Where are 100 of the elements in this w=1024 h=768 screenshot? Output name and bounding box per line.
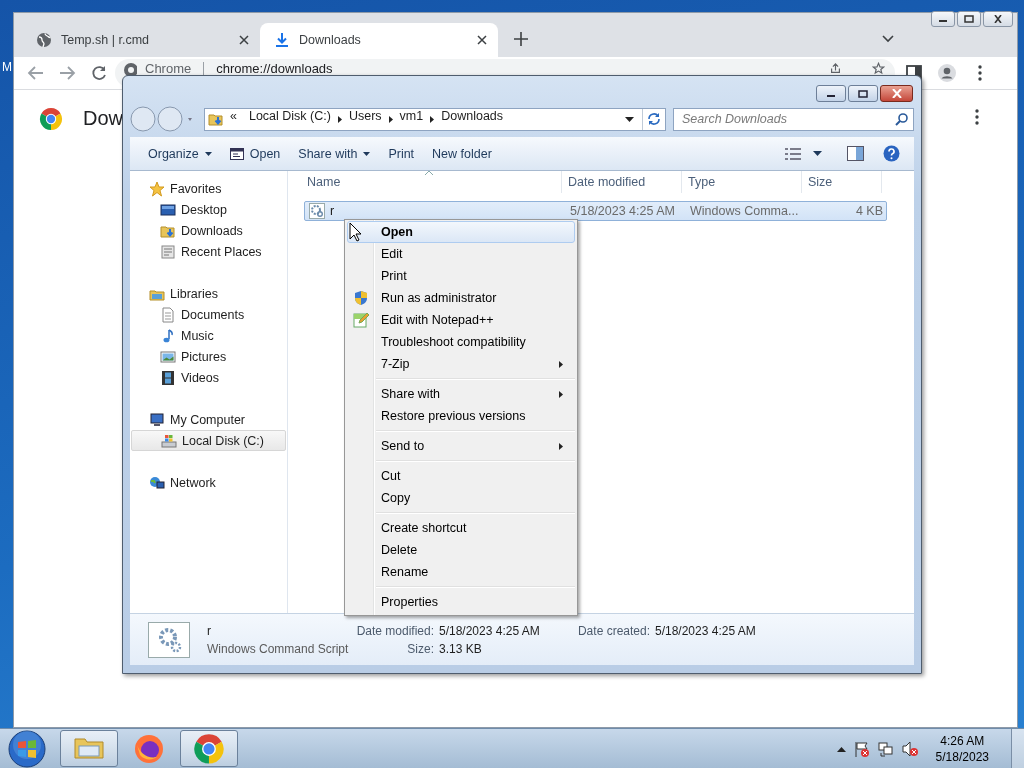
- menu-item[interactable]: Edit with Notepad++: [347, 309, 575, 331]
- menu-item[interactable]: Create shortcut: [347, 517, 575, 539]
- preview-pane-icon[interactable]: [847, 146, 864, 161]
- menu-item[interactable]: Print: [347, 265, 575, 287]
- detail-label: Date created:: [576, 623, 650, 640]
- detail-value: 5/18/2023 4:25 AM: [655, 623, 756, 640]
- star-icon: [149, 180, 165, 197]
- breadcrumb-item[interactable]: Downloads: [435, 108, 510, 130]
- nav-item[interactable]: Recent Places: [130, 241, 287, 262]
- close-button[interactable]: [983, 11, 1013, 27]
- nav-item[interactable]: Videos: [130, 367, 287, 388]
- column-header[interactable]: Type: [682, 171, 802, 193]
- detail-value: 3.13 KB: [439, 641, 483, 658]
- script-file-icon: [309, 203, 325, 219]
- dropdown-arrow-icon[interactable]: [813, 151, 822, 156]
- speaker-muted-icon[interactable]: [901, 740, 918, 757]
- breadcrumb-item[interactable]: vm1: [393, 108, 430, 130]
- column-header[interactable]: Name: [301, 171, 562, 193]
- maximize-button[interactable]: [848, 85, 878, 102]
- menu-item[interactable]: Share with: [347, 383, 575, 405]
- chrome-icon: [193, 732, 225, 765]
- toolbar-button[interactable]: Organize: [139, 140, 221, 167]
- menu-item[interactable]: Send to: [347, 435, 575, 457]
- close-icon[interactable]: [238, 34, 250, 46]
- column-header[interactable]: Date modified: [562, 171, 682, 193]
- toolbar-button[interactable]: Share with: [289, 140, 380, 167]
- menu-item[interactable]: Delete: [347, 539, 575, 561]
- toolbar-button[interactable]: Print: [379, 140, 424, 167]
- network-icon[interactable]: [877, 740, 894, 757]
- nav-item[interactable]: My Computer: [130, 409, 287, 430]
- star-icon[interactable]: [872, 62, 885, 75]
- address-field[interactable]: « Local Disk (C:) Users vm1 Downloads: [204, 107, 666, 131]
- window-icon: [229, 146, 244, 161]
- desktop-icon: [160, 201, 176, 218]
- file-name: r: [330, 204, 335, 218]
- taskbar-button[interactable]: [180, 730, 238, 767]
- menu-item[interactable]: 7-Zip: [347, 353, 575, 375]
- menu-item[interactable]: Open: [347, 221, 575, 243]
- refresh-icon: [647, 112, 661, 126]
- nav-item[interactable]: Downloads: [130, 220, 287, 241]
- nav-item[interactable]: Desktop: [130, 199, 287, 220]
- start-button[interactable]: [8, 729, 46, 768]
- breadcrumb-item[interactable]: Users: [342, 108, 388, 130]
- nav-item[interactable]: Documents: [130, 304, 287, 325]
- breadcrumb-item[interactable]: Local Disk (C:): [242, 108, 337, 130]
- search-field[interactable]: Search Downloads: [673, 107, 914, 131]
- mouse-pointer-icon: [349, 222, 362, 242]
- menu-item[interactable]: Restore previous versions: [347, 405, 575, 427]
- view-options-icon[interactable]: [785, 146, 801, 161]
- menu-item[interactable]: Troubleshoot compatibility: [347, 331, 575, 353]
- toolbar-button[interactable]: New folder: [423, 140, 501, 167]
- menu-item[interactable]: Rename: [347, 561, 575, 583]
- script-file-icon: [148, 622, 190, 658]
- detail-label: Date modified:: [355, 623, 434, 640]
- table-cell-text: Windows Comma...: [689, 204, 800, 218]
- submenu-arrow-icon: [559, 360, 563, 368]
- clock[interactable]: 4:26 AM 5/18/2023: [935, 732, 989, 765]
- network-icon: [149, 474, 165, 491]
- menu-item[interactable]: Copy: [347, 487, 575, 509]
- close-icon: [993, 15, 1003, 23]
- profile-icon[interactable]: [937, 63, 957, 83]
- picture-icon: [160, 348, 176, 365]
- menu-item[interactable]: Properties: [347, 591, 575, 613]
- column-header[interactable]: Size: [802, 171, 882, 193]
- nav-item[interactable]: Libraries: [130, 283, 287, 304]
- file-row[interactable]: r 5/18/2023 4:25 AM Windows Comma... 4 KB: [304, 201, 887, 221]
- chrome-icon: [39, 107, 63, 131]
- maximize-button[interactable]: [957, 11, 981, 27]
- reload-icon[interactable]: [89, 63, 109, 83]
- close-button[interactable]: [880, 85, 913, 102]
- minimize-button[interactable]: [816, 85, 846, 102]
- browser-tab[interactable]: Downloads: [260, 23, 498, 57]
- globe-icon: [36, 32, 52, 48]
- menu-item[interactable]: Run as administrator: [347, 287, 575, 309]
- submenu-arrow-icon: [559, 390, 563, 398]
- dropdown-arrow-icon[interactable]: [625, 116, 634, 122]
- breadcrumb-overflow[interactable]: «: [224, 108, 243, 130]
- close-icon[interactable]: [476, 34, 488, 46]
- nav-item[interactable]: Favorites: [130, 178, 287, 199]
- nav-item[interactable]: Pictures: [130, 346, 287, 367]
- detail-value: 5/18/2023 4:25 AM: [439, 623, 541, 640]
- menu-item[interactable]: Edit: [347, 243, 575, 265]
- toolbar-button[interactable]: Open: [220, 140, 290, 167]
- recent-places-icon: [160, 243, 176, 260]
- share-icon[interactable]: [829, 62, 842, 75]
- show-desktop-button[interactable]: [1011, 729, 1024, 768]
- nav-item[interactable]: Network: [130, 472, 287, 493]
- new-tab-icon[interactable]: [514, 32, 528, 46]
- dropdown-arrow-icon: [204, 151, 212, 156]
- nav-item[interactable]: Local Disk (C:): [131, 430, 286, 451]
- url-text: chrome://downloads: [216, 62, 334, 76]
- show-hidden-icons-icon[interactable]: [836, 745, 846, 752]
- help-icon[interactable]: [883, 145, 900, 162]
- minimize-button[interactable]: [931, 11, 955, 27]
- browser-tab[interactable]: Temp.sh | r.cmd: [22, 23, 260, 57]
- nav-item[interactable]: Music: [130, 325, 287, 346]
- close-icon: [890, 89, 903, 98]
- flag-icon[interactable]: [853, 740, 870, 757]
- taskbar-button[interactable]: [60, 730, 118, 767]
- menu-item[interactable]: Cut: [347, 465, 575, 487]
